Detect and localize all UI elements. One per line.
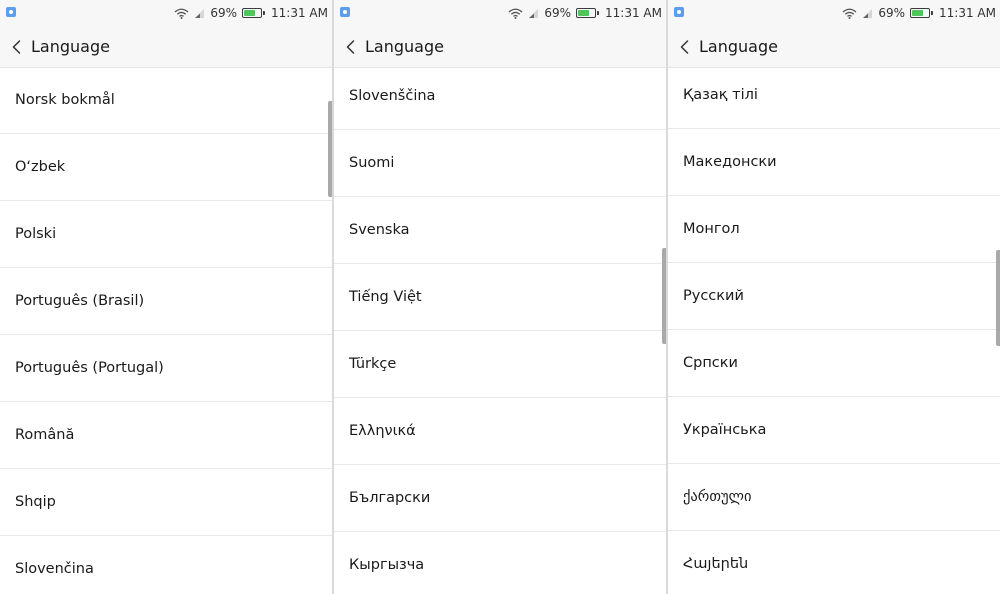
- language-option[interactable]: Português (Portugal): [0, 335, 332, 402]
- language-option[interactable]: Norsk bokmål: [0, 67, 332, 134]
- back-button[interactable]: [668, 26, 699, 67]
- chevron-left-icon: [346, 39, 355, 54]
- status-time: 11:31 AM: [939, 6, 996, 20]
- language-screen-2: 69% 11:31 AM Language Slovenščina Suomi Sv…: [334, 0, 666, 594]
- scrollbar[interactable]: [662, 248, 666, 344]
- language-option[interactable]: Shqip: [0, 469, 332, 536]
- status-time: 11:31 AM: [605, 6, 662, 20]
- chevron-left-icon: [12, 39, 21, 54]
- language-option[interactable]: O‘zbek: [0, 134, 332, 201]
- battery-percent: 69%: [210, 6, 238, 20]
- language-option[interactable]: Tiếng Việt: [334, 264, 666, 331]
- status-time: 11:31 AM: [271, 6, 328, 20]
- battery-percent: 69%: [878, 6, 906, 20]
- app-notification-icon: [340, 7, 350, 17]
- screens-container: 69% 11:31 AM Language Norsk bokmål O‘zbek…: [0, 0, 1000, 594]
- scrollbar[interactable]: [996, 250, 1000, 346]
- back-button[interactable]: [0, 26, 31, 67]
- battery-icon: [910, 8, 934, 18]
- language-option[interactable]: Монгол: [668, 196, 1000, 263]
- wifi-icon: [174, 8, 189, 19]
- battery-fill: [578, 10, 590, 16]
- language-option[interactable]: Ελληνικά: [334, 398, 666, 465]
- page-title: Language: [365, 37, 444, 56]
- language-option[interactable]: Türkçe: [334, 331, 666, 398]
- language-option[interactable]: Български: [334, 465, 666, 532]
- language-option[interactable]: Română: [0, 402, 332, 469]
- battery-fill: [244, 10, 256, 16]
- wifi-icon: [842, 8, 857, 19]
- language-option[interactable]: Српски: [668, 330, 1000, 397]
- battery-icon: [576, 8, 600, 18]
- back-button[interactable]: [334, 26, 365, 67]
- language-option[interactable]: Українська: [668, 397, 1000, 464]
- language-list[interactable]: Norsk bokmål O‘zbek Polski Português (Brasi…: [0, 67, 332, 594]
- language-option[interactable]: Svenska: [334, 197, 666, 264]
- language-list[interactable]: Қазақ тілі Македонски Монгол Русский Српски У…: [668, 62, 1000, 594]
- language-option[interactable]: Suomi: [334, 130, 666, 197]
- signal-icon: [195, 8, 205, 18]
- wifi-icon: [508, 8, 523, 19]
- page-title: Language: [699, 37, 778, 56]
- chevron-left-icon: [680, 39, 689, 54]
- language-list[interactable]: Slovenščina Suomi Svenska Tiếng Việt Türkçe Ε…: [334, 63, 666, 594]
- language-option[interactable]: Русский: [668, 263, 1000, 330]
- language-option[interactable]: Қазақ тілі: [668, 62, 1000, 129]
- app-header: Language: [334, 26, 666, 68]
- language-option[interactable]: Slovenčina: [0, 536, 332, 594]
- signal-icon: [529, 8, 539, 18]
- app-notification-icon: [674, 7, 684, 17]
- status-icons: 69% 11:31 AM: [508, 3, 662, 23]
- scrollbar[interactable]: [328, 101, 332, 197]
- language-option[interactable]: Polski: [0, 201, 332, 268]
- battery-fill: [912, 10, 924, 16]
- app-header: Language: [0, 26, 332, 68]
- status-bar: 69% 11:31 AM: [334, 0, 666, 26]
- battery-icon: [242, 8, 266, 18]
- language-screen-3: 69% 11:31 AM Language Қазақ тілі Македонс…: [668, 0, 1000, 594]
- language-option[interactable]: Македонски: [668, 129, 1000, 196]
- language-option[interactable]: Slovenščina: [334, 63, 666, 130]
- battery-percent: 69%: [544, 6, 572, 20]
- language-screen-1: 69% 11:31 AM Language Norsk bokmål O‘zbek…: [0, 0, 332, 594]
- app-notification-icon: [6, 7, 16, 17]
- page-title: Language: [31, 37, 110, 56]
- language-option[interactable]: Кыргызча: [334, 532, 666, 594]
- status-icons: 69% 11:31 AM: [842, 3, 996, 23]
- signal-icon: [863, 8, 873, 18]
- language-option[interactable]: ქართული: [668, 464, 1000, 531]
- status-icons: 69% 11:31 AM: [174, 3, 328, 23]
- language-option[interactable]: Հայերեն: [668, 531, 1000, 594]
- status-bar: 69% 11:31 AM: [668, 0, 1000, 26]
- status-bar: 69% 11:31 AM: [0, 0, 332, 26]
- language-option[interactable]: Português (Brasil): [0, 268, 332, 335]
